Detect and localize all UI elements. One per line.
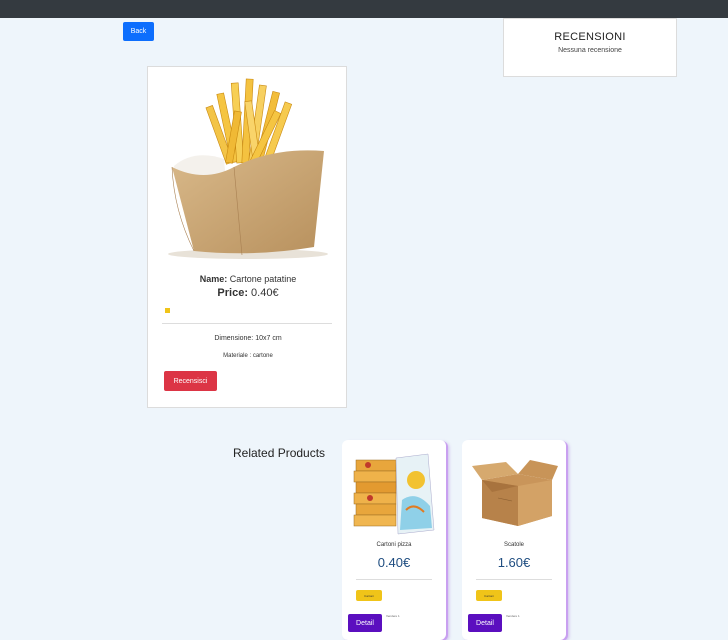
category-badge: Cartoni bbox=[356, 590, 382, 601]
related-product-price: 0.40€ bbox=[377, 555, 411, 570]
product-info: Name: Cartone patatine Price: 0.40€ bbox=[148, 274, 348, 299]
top-navbar bbox=[0, 0, 728, 18]
review-button[interactable]: Recensisci bbox=[164, 371, 217, 391]
reviews-panel: RECENSIONI Nessuna recensione bbox=[503, 18, 677, 77]
product-price: 0.40€ bbox=[251, 287, 279, 299]
product-material: Materiale : cartone bbox=[223, 353, 273, 359]
related-product-card: Cartoni pizza 0.40€ Cartoni Detail Vende… bbox=[342, 440, 446, 640]
product-name: Cartone patatine bbox=[229, 274, 297, 284]
product-name-label: Name: bbox=[199, 274, 228, 284]
related-product-name: Cartoni pizza bbox=[376, 542, 412, 548]
product-name-line: Name: Cartone patatine bbox=[148, 274, 348, 284]
product-price-label: Price: bbox=[217, 287, 248, 299]
category-tag-dot bbox=[165, 308, 170, 313]
detail-button[interactable]: Detail bbox=[348, 614, 382, 632]
product-dimension: Dimensione: 10x7 cm bbox=[214, 335, 282, 342]
detail-button[interactable]: Detail bbox=[468, 614, 502, 632]
divider bbox=[356, 579, 432, 580]
related-products-title: Related Products bbox=[233, 446, 326, 460]
pizza-boxes-image bbox=[348, 450, 440, 538]
related-product-note: Vendere 1 bbox=[386, 614, 400, 618]
related-product-note: Vendere 1 bbox=[506, 614, 520, 618]
divider bbox=[162, 323, 332, 324]
category-badge: Cartoni bbox=[476, 590, 502, 601]
divider bbox=[476, 579, 552, 580]
product-card: Name: Cartone patatine Price: 0.40€ Dime… bbox=[147, 66, 347, 408]
product-price-line: Price: 0.40€ bbox=[148, 287, 348, 299]
reviews-empty-text: Nessuna recensione bbox=[558, 47, 622, 54]
cardboard-box-image bbox=[468, 450, 560, 538]
related-product-price: 1.60€ bbox=[497, 555, 531, 570]
reviews-title: RECENSIONI bbox=[554, 31, 626, 43]
fries-box-image bbox=[154, 71, 342, 261]
related-product-name: Scatole bbox=[503, 542, 524, 548]
related-product-card: Scatole 1.60€ Cartoni Detail Vendere 1 bbox=[462, 440, 566, 640]
back-button[interactable]: Back bbox=[123, 22, 154, 41]
